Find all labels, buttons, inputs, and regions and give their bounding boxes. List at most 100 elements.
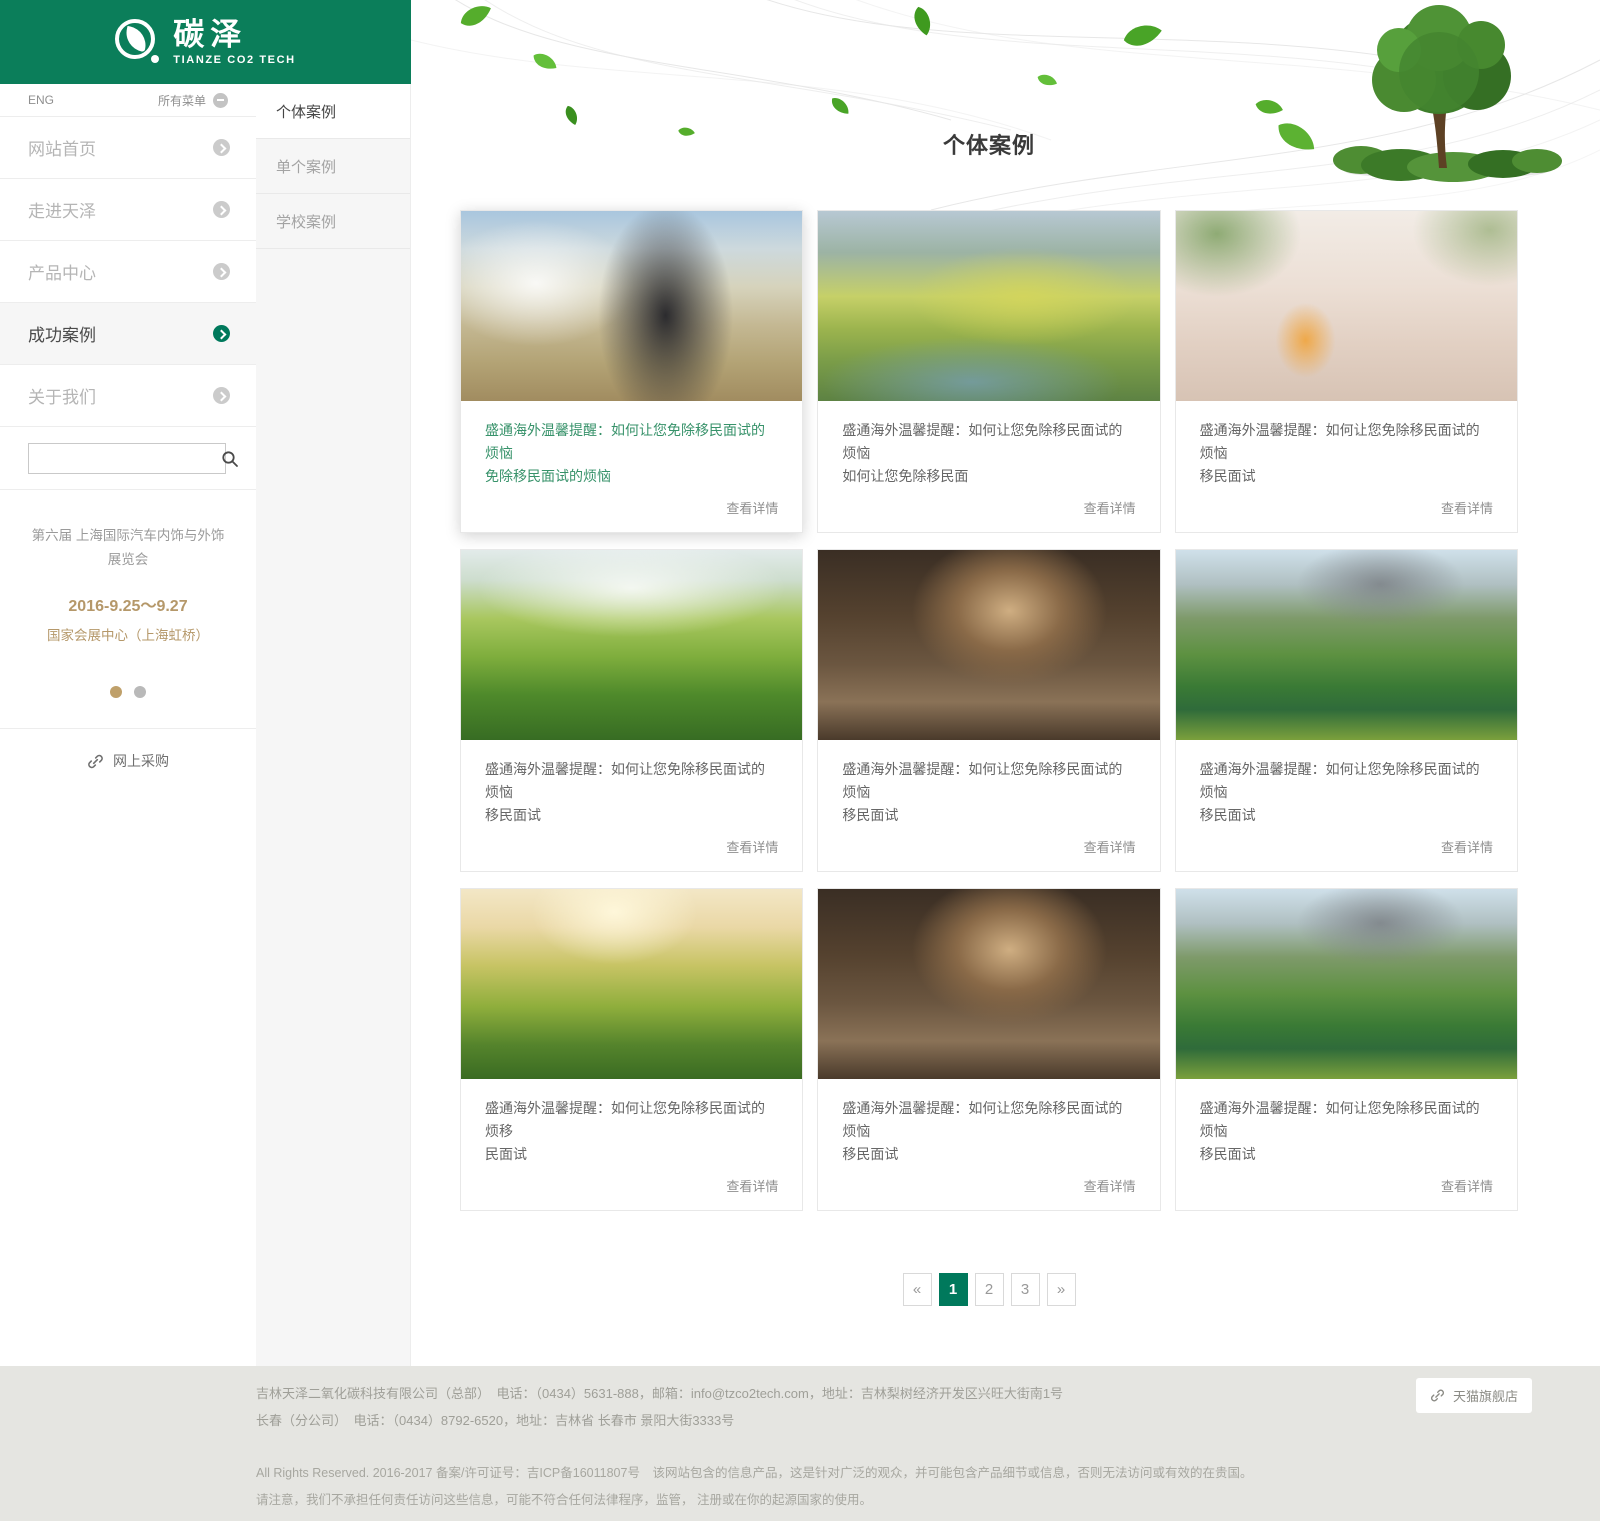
chevron-right-icon [213, 387, 230, 404]
tmall-store-button[interactable]: 天猫旗舰店 [1416, 1378, 1532, 1413]
submenu-item-single-cases[interactable]: 单个案例 [256, 139, 410, 194]
view-details-link[interactable]: 查看详情 [1200, 839, 1493, 857]
case-title: 盛通海外温馨提醒：如何让您免除移民面试的烦恼 移民面试 [1200, 1097, 1493, 1166]
brand-logo: 碳泽 TIANZE CO2 TECH [173, 19, 295, 66]
brand-name-cn: 碳泽 [173, 19, 295, 50]
case-card[interactable]: 盛通海外温馨提醒：如何让您免除移民面试的烦恼 移民面试 查看详情 [817, 549, 1160, 872]
case-photo [818, 889, 1159, 1079]
case-title: 盛通海外温馨提醒：如何让您免除移民面试的烦移 民面试 [485, 1097, 778, 1166]
brand-name-en: TIANZE CO2 TECH [173, 54, 295, 66]
sidebar-topbar: ENG 所有菜单 [0, 84, 256, 117]
case-title: 盛通海外温馨提醒：如何让您免除移民面试的烦恼 移民面试 [1200, 419, 1493, 488]
sidebar: ENG 所有菜单 网站首页 走进天泽 产品中心 [0, 84, 256, 1366]
case-title: 盛通海外温馨提醒：如何让您免除移民面试的烦恼 移民面试 [842, 758, 1135, 827]
leaf-circle-logo-icon [115, 19, 161, 65]
pagination-page-2[interactable]: 2 [975, 1273, 1004, 1306]
language-toggle[interactable]: ENG [28, 93, 54, 107]
case-photo [818, 550, 1159, 740]
online-procurement-link[interactable]: 网上采购 [87, 751, 169, 771]
case-card[interactable]: 盛通海外温馨提醒：如何让您免除移民面试的烦恼 移民面试 查看详情 [817, 888, 1160, 1211]
search-icon [221, 450, 239, 468]
carousel-dots [20, 686, 236, 698]
event-venue: 国家会展中心（上海虹桥） [20, 624, 236, 644]
view-details-link[interactable]: 查看详情 [485, 1178, 778, 1196]
footer-company-line1: 吉林天泽二氧化碳科技有限公司（总部） 电话：（0434）5631-888，邮箱：… [256, 1380, 1600, 1407]
footer: 吉林天泽二氧化碳科技有限公司（总部） 电话：（0434）5631-888，邮箱：… [0, 1366, 1600, 1521]
submenu-item-school-cases[interactable]: 学校案例 [256, 194, 410, 249]
case-card[interactable]: 盛通海外温馨提醒：如何让您免除移民面试的烦恼 移民面试 查看详情 [460, 549, 803, 872]
sub-menu: 个体案例 单个案例 学校案例 [256, 84, 411, 1366]
view-details-link[interactable]: 查看详情 [842, 1178, 1135, 1196]
case-grid: 盛通海外温馨提醒：如何让您免除移民面试的烦恼 免除移民面试的烦恼 查看详情 盛通… [460, 210, 1518, 1211]
search-input[interactable] [29, 444, 221, 473]
tmall-store-label: 天猫旗舰店 [1453, 1386, 1518, 1405]
submenu-item-individual-cases[interactable]: 个体案例 [256, 84, 410, 139]
footer-rights-line1: All Rights Reserved. 2016-2017 备案/许可证号：吉… [256, 1460, 1600, 1487]
sidebar-item-success-cases[interactable]: 成功案例 [0, 303, 256, 365]
case-card[interactable]: 盛通海外温馨提醒：如何让您免除移民面试的烦移 民面试 查看详情 [460, 888, 803, 1211]
case-card[interactable]: 盛通海外温馨提醒：如何让您免除移民面试的烦恼 移民面试 查看详情 [1175, 888, 1518, 1211]
case-title: 盛通海外温馨提醒：如何让您免除移民面试的烦恼 移民面试 [842, 1097, 1135, 1166]
event-date: 2016-9.25～9.27 [20, 592, 236, 616]
all-menu-label: 所有菜单 [158, 92, 206, 109]
sidebar-item-about-tianze[interactable]: 走进天泽 [0, 179, 256, 241]
case-photo [461, 211, 802, 401]
chevron-right-icon [213, 325, 230, 342]
pagination-page-1[interactable]: 1 [939, 1273, 968, 1306]
chevron-right-icon [213, 263, 230, 280]
chevron-right-icon [213, 139, 230, 156]
case-photo [1176, 550, 1517, 740]
event-banner: 第六届 上海国际汽车内饰与外饰 展览会 2016-9.25～9.27 国家会展中… [0, 490, 256, 729]
case-photo [461, 889, 802, 1079]
event-title: 第六届 上海国际汽车内饰与外饰 展览会 [20, 524, 236, 572]
sidebar-item-label: 网站首页 [28, 135, 96, 160]
view-details-link[interactable]: 查看详情 [1200, 500, 1493, 518]
main-content: 个体案例 盛通海外温馨提醒：如何让您免除移民面试的烦恼 免除移民面试的烦恼 查看… [411, 0, 1600, 1366]
sidebar-item-home[interactable]: 网站首页 [0, 117, 256, 179]
chain-link-icon [1430, 1388, 1445, 1403]
carousel-dot-1[interactable] [110, 686, 122, 698]
sidebar-item-about-us[interactable]: 关于我们 [0, 365, 256, 427]
procurement-block: 网上采购 [0, 729, 256, 797]
footer-company-line2: 长春（分公司） 电话：（0434）8792-6520，地址：吉林省 长春市 景阳… [256, 1407, 1600, 1434]
case-photo [818, 211, 1159, 401]
case-photo [461, 550, 802, 740]
left-panel: 碳泽 TIANZE CO2 TECH ENG 所有菜单 网站首页 [0, 0, 411, 1366]
all-menu-toggle[interactable]: 所有菜单 [158, 92, 228, 109]
view-details-link[interactable]: 查看详情 [1200, 1178, 1493, 1196]
case-card[interactable]: 盛通海外温馨提醒：如何让您免除移民面试的烦恼 免除移民面试的烦恼 查看详情 [460, 210, 803, 533]
footer-company-info: 吉林天泽二氧化碳科技有限公司（总部） 电话：（0434）5631-888，邮箱：… [256, 1380, 1600, 1434]
page-title: 个体案例 [460, 128, 1518, 160]
search-button[interactable] [221, 444, 239, 473]
sidebar-item-products[interactable]: 产品中心 [0, 241, 256, 303]
case-title: 盛通海外温馨提醒：如何让您免除移民面试的烦恼 移民面试 [485, 758, 778, 827]
sidebar-item-label: 走进天泽 [28, 197, 96, 222]
footer-rights: All Rights Reserved. 2016-2017 备案/许可证号：吉… [256, 1460, 1600, 1514]
minus-circle-icon [213, 93, 228, 108]
case-title: 盛通海外温馨提醒：如何让您免除移民面试的烦恼 免除移民面试的烦恼 [485, 419, 778, 488]
view-details-link[interactable]: 查看详情 [485, 500, 778, 518]
view-details-link[interactable]: 查看详情 [842, 500, 1135, 518]
view-details-link[interactable]: 查看详情 [485, 839, 778, 857]
chain-link-icon [87, 753, 104, 770]
case-photo [1176, 211, 1517, 401]
case-card[interactable]: 盛通海外温馨提醒：如何让您免除移民面试的烦恼 移民面试 查看详情 [1175, 210, 1518, 533]
chevron-right-icon [213, 201, 230, 218]
sidebar-item-label: 产品中心 [28, 259, 96, 284]
view-details-link[interactable]: 查看详情 [842, 839, 1135, 857]
brand-header: 碳泽 TIANZE CO2 TECH [0, 0, 411, 84]
online-procurement-label: 网上采购 [113, 751, 169, 771]
case-card[interactable]: 盛通海外温馨提醒：如何让您免除移民面试的烦恼 如何让您免除移民面 查看详情 [817, 210, 1160, 533]
pagination-page-3[interactable]: 3 [1011, 1273, 1040, 1306]
pagination-prev[interactable]: « [903, 1273, 932, 1306]
case-card[interactable]: 盛通海外温馨提醒：如何让您免除移民面试的烦恼 移民面试 查看详情 [1175, 549, 1518, 872]
sidebar-item-label: 成功案例 [28, 321, 96, 346]
pagination: « 1 2 3 » [460, 1273, 1518, 1306]
case-title: 盛通海外温馨提醒：如何让您免除移民面试的烦恼 如何让您免除移民面 [842, 419, 1135, 488]
pagination-next[interactable]: » [1047, 1273, 1076, 1306]
page-layout: 碳泽 TIANZE CO2 TECH ENG 所有菜单 网站首页 [0, 0, 1600, 1366]
footer-rights-line2: 请注意，我们不承担任何责任访问这些信息，可能不符合任何法律程序，监管， 注册或在… [256, 1487, 1600, 1514]
sidebar-item-label: 关于我们 [28, 383, 96, 408]
search-block [0, 427, 256, 490]
carousel-dot-2[interactable] [134, 686, 146, 698]
